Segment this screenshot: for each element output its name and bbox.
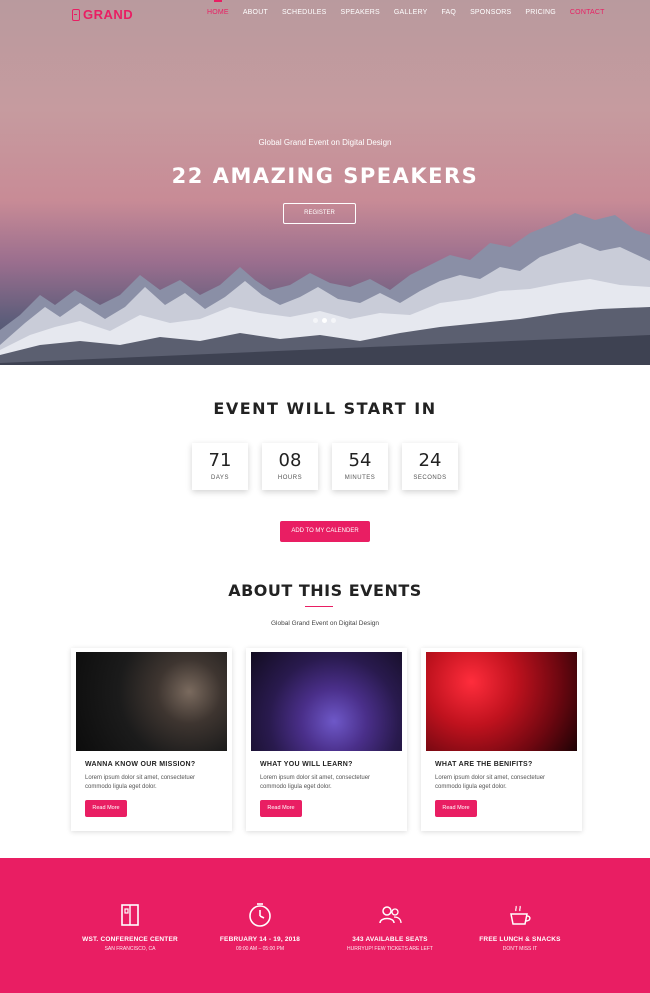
- title-divider: [305, 606, 333, 607]
- nav-speakers[interactable]: SPEAKERS: [334, 9, 387, 16]
- card-text: Lorem ipsum dolor sit amet, consectetuer…: [85, 775, 196, 790]
- countdown-timer: 71 DAYS 08 HOURS 54 MINUTES 24 SECONDS: [192, 443, 458, 490]
- feature-subtitle: DON'T MISS IT: [502, 946, 538, 952]
- countdown-hours: 08 HOURS: [262, 443, 318, 490]
- feature-venue: WST. CONFERENCE CENTER SAN FRANCISCO, CA: [65, 902, 195, 952]
- countdown-value: 54: [348, 450, 372, 471]
- feature-subtitle: 09:00 AM – 05:00 PM: [235, 946, 285, 952]
- hero-title: 22 AMAZING SPEAKERS: [171, 164, 479, 188]
- read-more-button[interactable]: Read More: [85, 800, 127, 817]
- card-text: Lorem ipsum dolor sit amet, consectetuer…: [435, 775, 546, 790]
- countdown-label: DAYS: [211, 475, 229, 481]
- countdown-label: HOURS: [277, 475, 303, 481]
- nav-sponsors[interactable]: SPONSORS: [463, 9, 518, 16]
- about-card: WHAT ARE THE BENIFITS? Lorem ipsum dolor…: [421, 648, 582, 831]
- card-title: WHAT ARE THE BENIFITS?: [435, 761, 533, 768]
- nav-schedules[interactable]: SCHEDULES: [275, 9, 334, 16]
- feature-date: FEBRUARY 14 - 19, 2018 09:00 AM – 05:00 …: [195, 902, 325, 952]
- feature-lunch: FREE LUNCH & SNACKS DON'T MISS IT: [455, 902, 585, 952]
- feature-title: WST. CONFERENCE CENTER: [82, 936, 178, 943]
- slider-dot-3[interactable]: [331, 318, 336, 323]
- card-image: [251, 652, 402, 751]
- logo-text: GRAND: [83, 7, 134, 22]
- feature-title: FREE LUNCH & SNACKS: [479, 936, 561, 943]
- countdown-minutes: 54 MINUTES: [332, 443, 388, 490]
- event-info-band: WST. CONFERENCE CENTER SAN FRANCISCO, CA…: [0, 858, 650, 993]
- about-card: WHAT YOU WILL LEARN? Lorem ipsum dolor s…: [246, 648, 407, 831]
- slider-dot-2[interactable]: [322, 318, 327, 323]
- card-image: [426, 652, 577, 751]
- logo-icon: [72, 8, 80, 21]
- countdown-title: EVENT WILL START IN: [213, 399, 437, 418]
- hero-subtitle: Global Grand Event on Digital Design: [258, 138, 392, 147]
- read-more-button[interactable]: Read More: [260, 800, 302, 817]
- hero-banner: GRAND HOME ABOUT SCHEDULES SPEAKERS GALL…: [0, 0, 650, 365]
- coffee-cup-icon: [510, 905, 531, 925]
- about-title: ABOUT THIS EVENTS: [228, 581, 422, 600]
- read-more-button[interactable]: Read More: [435, 800, 477, 817]
- nav-contact[interactable]: CONTACT: [563, 9, 612, 16]
- add-to-calendar-button[interactable]: ADD TO MY CALENDER: [280, 521, 370, 542]
- nav-pricing[interactable]: PRICING: [518, 9, 563, 16]
- nav-about[interactable]: ABOUT: [236, 9, 275, 16]
- main-menu: HOME ABOUT SCHEDULES SPEAKERS GALLERY FA…: [200, 0, 612, 16]
- about-subtitle: Global Grand Event on Digital Design: [270, 620, 380, 627]
- countdown-value: 08: [278, 450, 302, 471]
- feature-title: 343 AVAILABLE SEATS: [352, 936, 428, 943]
- feature-title: FEBRUARY 14 - 19, 2018: [219, 936, 301, 943]
- nav-home[interactable]: HOME: [200, 0, 236, 16]
- top-navbar: GRAND HOME ABOUT SCHEDULES SPEAKERS GALL…: [0, 0, 650, 28]
- feature-seats: 343 AVAILABLE SEATS HURRYUP! FEW TICKETS…: [325, 902, 455, 952]
- card-title: WHAT YOU WILL LEARN?: [260, 761, 353, 768]
- countdown-value: 71: [208, 450, 232, 471]
- countdown-seconds: 24 SECONDS: [402, 443, 458, 490]
- clock-icon: [249, 903, 271, 927]
- slider-dots: [313, 318, 336, 323]
- logo[interactable]: GRAND: [72, 7, 133, 22]
- register-button[interactable]: REGISTER: [283, 203, 356, 224]
- countdown-value: 24: [418, 450, 442, 471]
- nav-gallery[interactable]: GALLERY: [387, 9, 435, 16]
- card-title: WANNA KNOW OUR MISSION?: [85, 761, 196, 768]
- about-card: WANNA KNOW OUR MISSION? Lorem ipsum dolo…: [71, 648, 232, 831]
- countdown-label: MINUTES: [344, 475, 376, 481]
- slider-dot-1[interactable]: [313, 318, 318, 323]
- nav-faq[interactable]: FAQ: [434, 9, 463, 16]
- building-icon: [121, 904, 139, 926]
- card-image: [76, 652, 227, 751]
- users-icon: [379, 906, 402, 924]
- card-text: Lorem ipsum dolor sit amet, consectetuer…: [260, 775, 371, 790]
- about-cards: WANNA KNOW OUR MISSION? Lorem ipsum dolo…: [71, 648, 582, 831]
- feature-subtitle: SAN FRANCISCO, CA: [104, 946, 156, 952]
- countdown-days: 71 DAYS: [192, 443, 248, 490]
- countdown-label: SECONDS: [413, 475, 447, 481]
- feature-subtitle: HURRYUP! FEW TICKETS ARE LEFT: [347, 946, 433, 952]
